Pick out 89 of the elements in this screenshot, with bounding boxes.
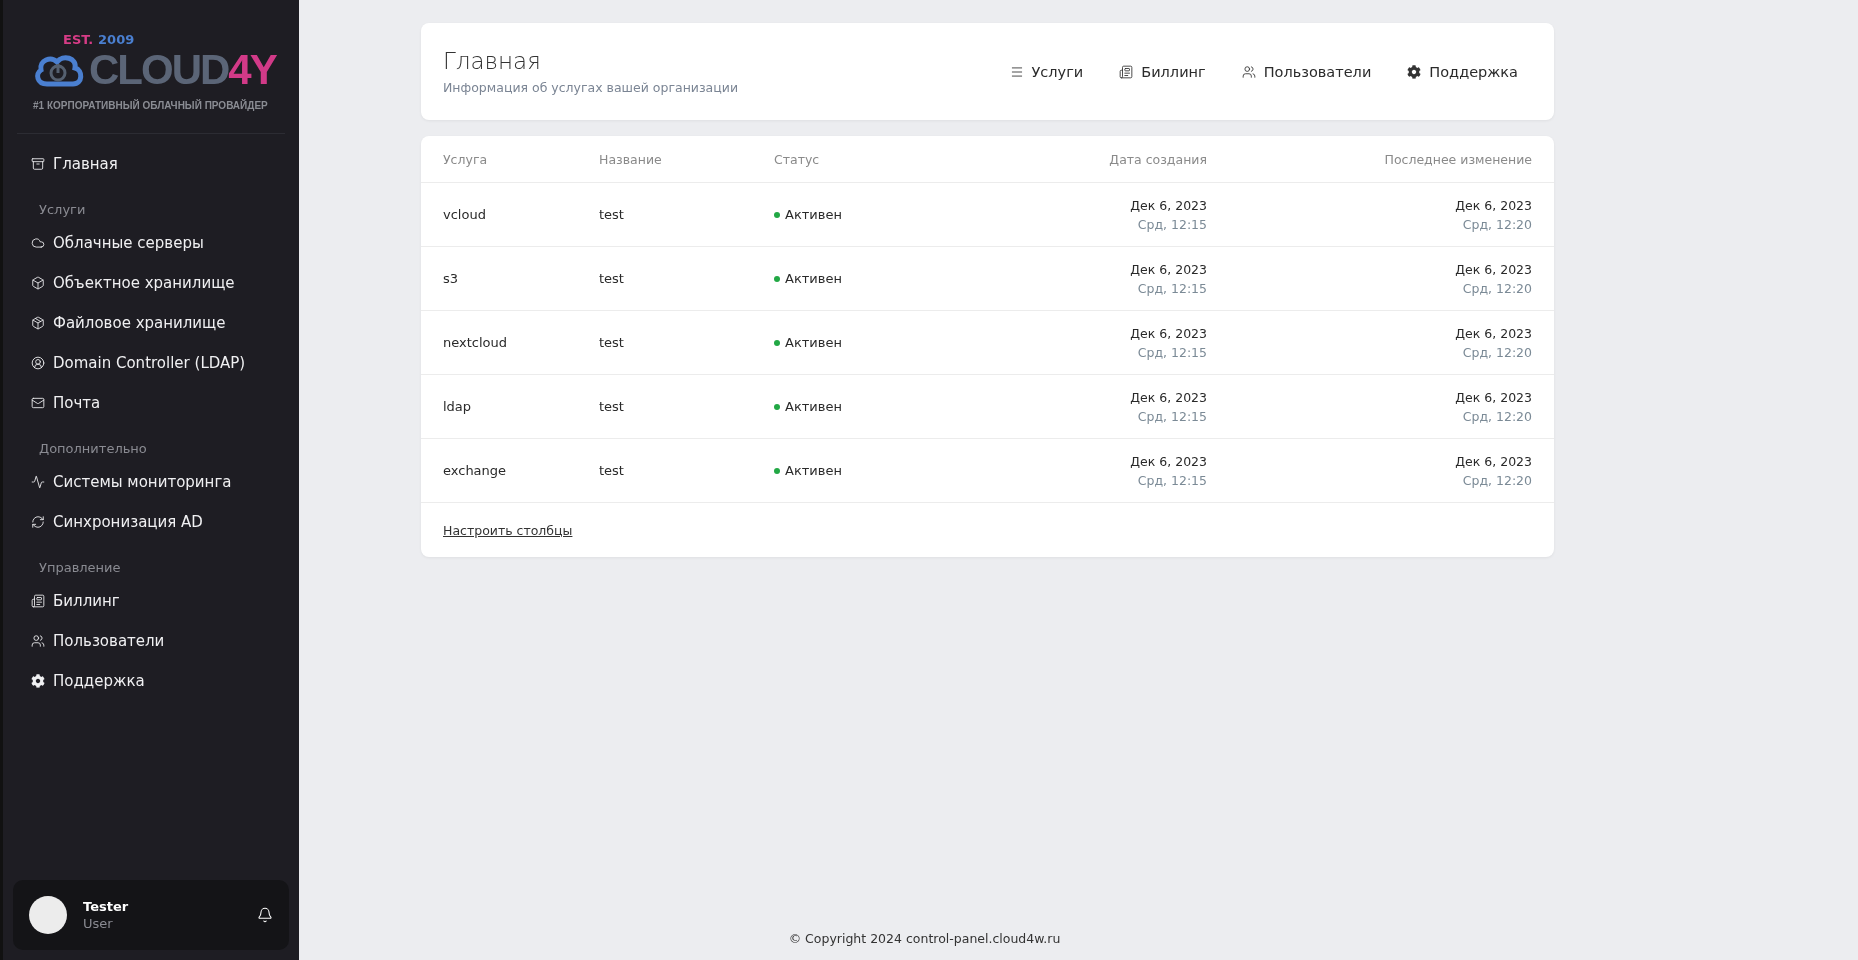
sidebar-item[interactable]: Пользователи <box>3 621 299 661</box>
sidebar-item[interactable]: Главная <box>3 144 299 184</box>
service-cell: vcloud <box>443 207 486 222</box>
created-time: Срд, 12:15 <box>1137 472 1207 488</box>
column-header: Название <box>599 136 774 183</box>
name-cell: test <box>599 463 624 478</box>
modified-date: Дек 6, 2023 <box>1455 453 1532 469</box>
column-header: Услуга <box>421 136 599 183</box>
settings-icon <box>31 674 45 688</box>
status-dot <box>774 275 780 282</box>
menu-icon <box>1009 64 1024 79</box>
service-cell: exchange <box>443 463 507 478</box>
sidebar-item[interactable]: Облачные серверы <box>3 223 299 263</box>
sidebar-item[interactable]: Поддержка <box>3 661 299 701</box>
name-cell: test <box>599 335 624 350</box>
created-date: Дек 6, 2023 <box>1130 389 1207 405</box>
modified-time: Срд, 12:20 <box>1462 408 1532 424</box>
status-dot <box>774 403 780 410</box>
column-header: Последнее изменение <box>1207 136 1554 183</box>
status-text: Активен <box>785 463 842 478</box>
created-date: Дек 6, 2023 <box>1130 453 1207 469</box>
modified-time: Срд, 12:20 <box>1462 344 1532 360</box>
modified-date: Дек 6, 2023 <box>1455 325 1532 341</box>
modified-date: Дек 6, 2023 <box>1455 197 1532 213</box>
logo-tagline: #1 КОРПОРАТИВНЫЙ ОБЛАЧНЫЙ ПРОВАЙДЕР <box>33 99 268 113</box>
name-cell: test <box>599 271 624 286</box>
refresh-icon <box>31 515 45 529</box>
created-date: Дек 6, 2023 <box>1130 325 1207 341</box>
users-icon <box>31 634 45 648</box>
page-title: Главная <box>443 48 542 74</box>
logo-est: EST. <box>63 32 94 47</box>
sidebar-item[interactable]: Системы мониторинга <box>3 462 299 502</box>
modified-date: Дек 6, 2023 <box>1455 261 1532 277</box>
configure-columns-link[interactable]: Настроить столбцы <box>443 523 573 538</box>
logo-wordmark: CLOUD <box>89 49 229 91</box>
cloud-power-icon <box>33 52 85 88</box>
header-nav-link[interactable]: Услуги <box>1009 63 1084 80</box>
column-header: Дата создания <box>1007 136 1207 183</box>
page-subtitle: Информация об услугах вашей организации <box>443 80 738 95</box>
column-header: Статус <box>774 136 1007 183</box>
user-name: Tester <box>83 899 130 914</box>
service-cell: s3 <box>443 271 459 286</box>
section-heading: Услуги <box>38 201 87 219</box>
status-dot <box>774 211 780 218</box>
status-text: Активен <box>785 207 842 222</box>
created-time: Срд, 12:15 <box>1137 344 1207 360</box>
sidebar-item[interactable]: Файловое хранилище <box>3 303 299 343</box>
users-icon <box>1241 64 1256 79</box>
status-dot <box>774 467 780 474</box>
cube-icon <box>31 316 45 330</box>
copyright-text: © Copyright 2024 control-panel.cloud4w.ru <box>788 931 1061 946</box>
status-text: Активен <box>785 399 842 414</box>
section-heading: Дополнительно <box>38 440 148 458</box>
cube-icon <box>31 276 45 290</box>
envelope-icon <box>31 396 45 410</box>
header-nav-link[interactable]: Поддержка <box>1407 63 1518 80</box>
created-date: Дек 6, 2023 <box>1130 261 1207 277</box>
cloud-icon <box>31 236 45 250</box>
status-dot <box>774 339 780 346</box>
created-time: Срд, 12:15 <box>1137 280 1207 296</box>
modified-time: Срд, 12:20 <box>1462 216 1532 232</box>
status-text: Активен <box>785 335 842 350</box>
created-time: Срд, 12:15 <box>1137 408 1207 424</box>
user-role: User <box>83 916 114 931</box>
section-heading: Управление <box>38 559 122 577</box>
status-text: Активен <box>785 271 842 286</box>
modified-date: Дек 6, 2023 <box>1455 389 1532 405</box>
sidebar-item[interactable]: Почта <box>3 383 299 423</box>
sidebar-item[interactable]: Domain Controller (LDAP) <box>3 343 299 383</box>
header-nav-link[interactable]: Пользователи <box>1241 63 1372 80</box>
sidebar-item[interactable]: Синхронизация AD <box>3 502 299 542</box>
modified-time: Срд, 12:20 <box>1462 280 1532 296</box>
created-date: Дек 6, 2023 <box>1130 197 1207 213</box>
service-cell: nextcloud <box>443 335 507 350</box>
user-circle-icon <box>31 356 45 370</box>
logo-year: 2009 <box>98 32 135 47</box>
header-nav-link[interactable]: Биллинг <box>1119 63 1206 80</box>
sidebar-item[interactable]: Биллинг <box>3 581 299 621</box>
modified-time: Срд, 12:20 <box>1462 472 1532 488</box>
service-cell: ldap <box>443 399 472 414</box>
bell-icon[interactable] <box>257 907 273 923</box>
name-cell: test <box>599 207 624 222</box>
created-time: Срд, 12:15 <box>1137 216 1207 232</box>
avatar <box>29 896 67 934</box>
settings-icon <box>1407 64 1422 79</box>
sidebar-item[interactable]: Объектное хранилище <box>3 263 299 303</box>
name-cell: test <box>599 399 624 414</box>
pulse-icon <box>31 475 45 489</box>
logo-accent: 4Y <box>228 49 276 91</box>
